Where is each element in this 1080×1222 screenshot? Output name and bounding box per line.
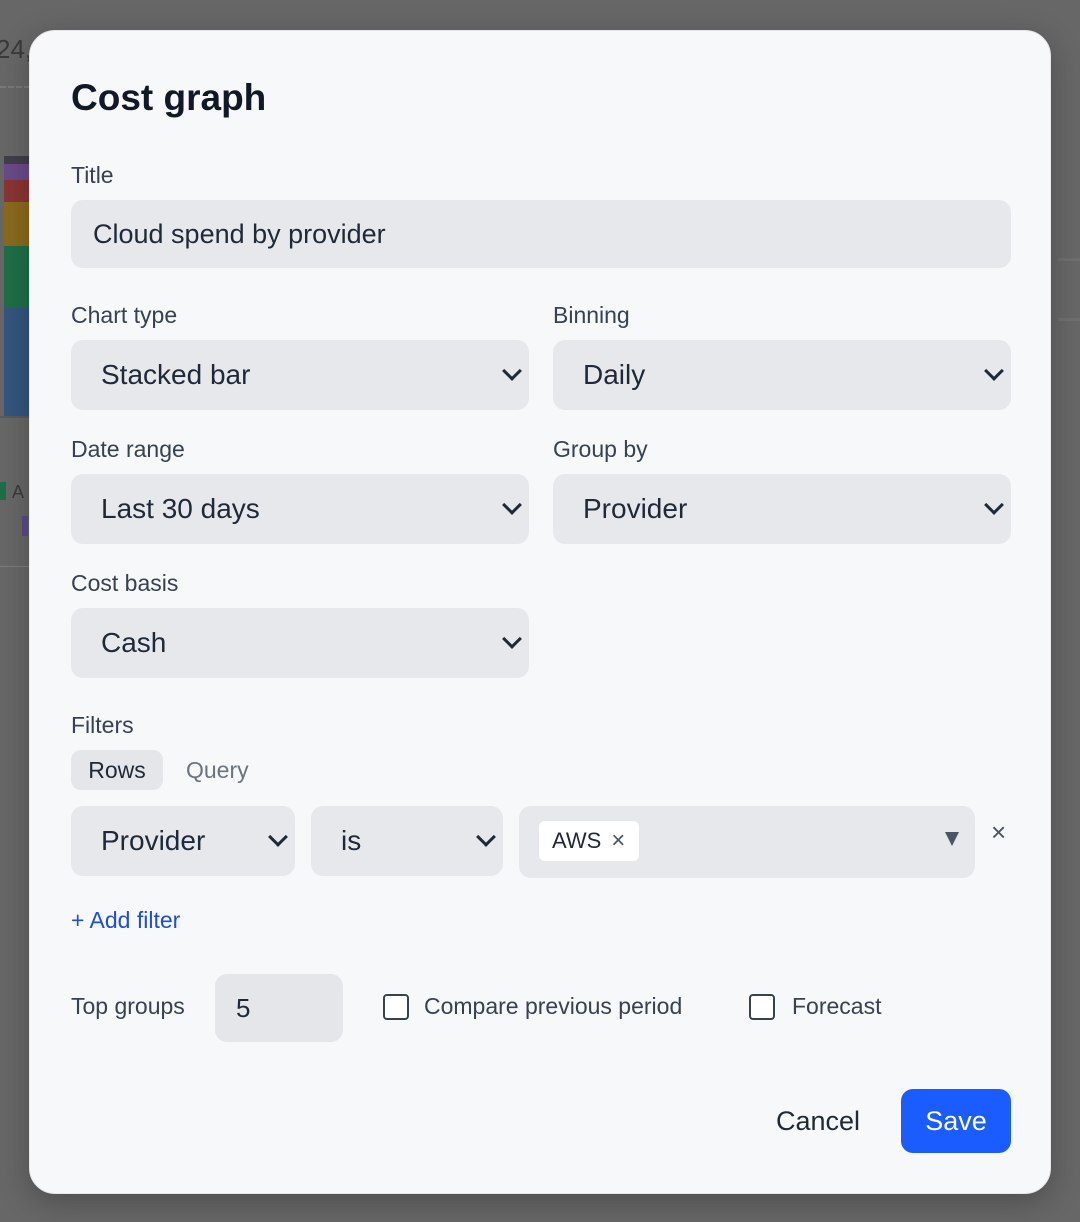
cost-graph-dialog: Cost graph Title Cloud spend by provider…	[29, 30, 1051, 1194]
chart-type-value: Stacked bar	[101, 359, 251, 390]
compare-previous-checkbox[interactable]	[383, 994, 409, 1020]
top-groups-label: Top groups	[71, 993, 185, 1019]
cost-basis-select[interactable]: Cash	[71, 608, 529, 678]
chart-type-label: Chart type	[71, 302, 178, 328]
dialog-title: Cost graph	[71, 77, 267, 118]
group-by-select[interactable]: Provider	[553, 474, 1011, 544]
chip-label: AWS	[552, 828, 602, 853]
filters-tab-rows[interactable]: Rows	[71, 750, 163, 790]
compare-previous-label[interactable]: Compare previous period	[424, 993, 682, 1020]
filter-field-select[interactable]: Provider	[71, 806, 295, 876]
filter-operator-select[interactable]: is	[311, 806, 503, 876]
binning-value: Daily	[583, 359, 646, 390]
add-filter-link[interactable]: + Add filter	[71, 907, 180, 934]
filter-operator-value: is	[341, 825, 362, 856]
background-gridline	[0, 86, 30, 88]
cost-basis-label: Cost basis	[71, 570, 179, 596]
chevron-down-icon	[502, 629, 522, 649]
cancel-button[interactable]: Cancel	[763, 1089, 873, 1153]
date-range-value: Last 30 days	[101, 493, 260, 524]
chevron-down-icon	[502, 495, 522, 515]
filter-values-multiselect[interactable]: AWS ×	[519, 806, 975, 878]
background-bar-segment	[4, 308, 30, 416]
background-bar-segment	[4, 246, 30, 308]
binning-label: Binning	[553, 302, 630, 328]
group-by-label: Group by	[553, 436, 648, 462]
filters-tab-query[interactable]: Query	[186, 750, 249, 790]
chart-type-select[interactable]: Stacked bar	[71, 340, 529, 410]
background-bar-segment	[4, 180, 30, 202]
background-bar-segment	[4, 202, 30, 246]
top-groups-input[interactable]: 5	[215, 974, 343, 1042]
background-value-text: 24,	[0, 34, 33, 64]
title-input[interactable]: Cloud spend by provider	[71, 200, 1011, 268]
chevron-down-icon	[268, 827, 288, 847]
background-ghost-text	[1058, 258, 1080, 261]
date-range-select[interactable]: Last 30 days	[71, 474, 529, 544]
filters-label: Filters	[71, 712, 134, 738]
binning-select[interactable]: Daily	[553, 340, 1011, 410]
top-groups-value: 5	[236, 992, 251, 1023]
chevron-down-icon	[984, 495, 1004, 515]
filter-value-chip: AWS ×	[539, 821, 640, 861]
cost-basis-value: Cash	[101, 627, 167, 658]
chevron-down-icon	[984, 361, 1004, 381]
chevron-down-icon	[502, 361, 522, 381]
filter-field-value: Provider	[101, 825, 206, 856]
forecast-checkbox[interactable]	[749, 994, 775, 1020]
remove-filter-button[interactable]: ×	[991, 819, 1006, 845]
background-bar-segment	[4, 164, 30, 180]
background-legend-swatch	[0, 482, 6, 500]
background-bar-segment	[4, 156, 30, 164]
background-legend-text: A	[12, 482, 25, 502]
background-ghost-text	[1058, 318, 1080, 321]
group-by-value: Provider	[583, 493, 688, 524]
background-axis	[0, 416, 30, 418]
title-input-value: Cloud spend by provider	[93, 218, 386, 249]
background-legend-swatch	[22, 516, 28, 536]
save-button[interactable]: Save	[901, 1089, 1011, 1153]
background-divider	[0, 566, 30, 567]
close-icon[interactable]: ×	[611, 829, 625, 853]
title-label: Title	[71, 162, 114, 188]
forecast-label[interactable]: Forecast	[792, 993, 881, 1020]
caret-down-icon[interactable]	[945, 832, 959, 846]
chevron-down-icon	[476, 827, 496, 847]
date-range-label: Date range	[71, 436, 185, 462]
